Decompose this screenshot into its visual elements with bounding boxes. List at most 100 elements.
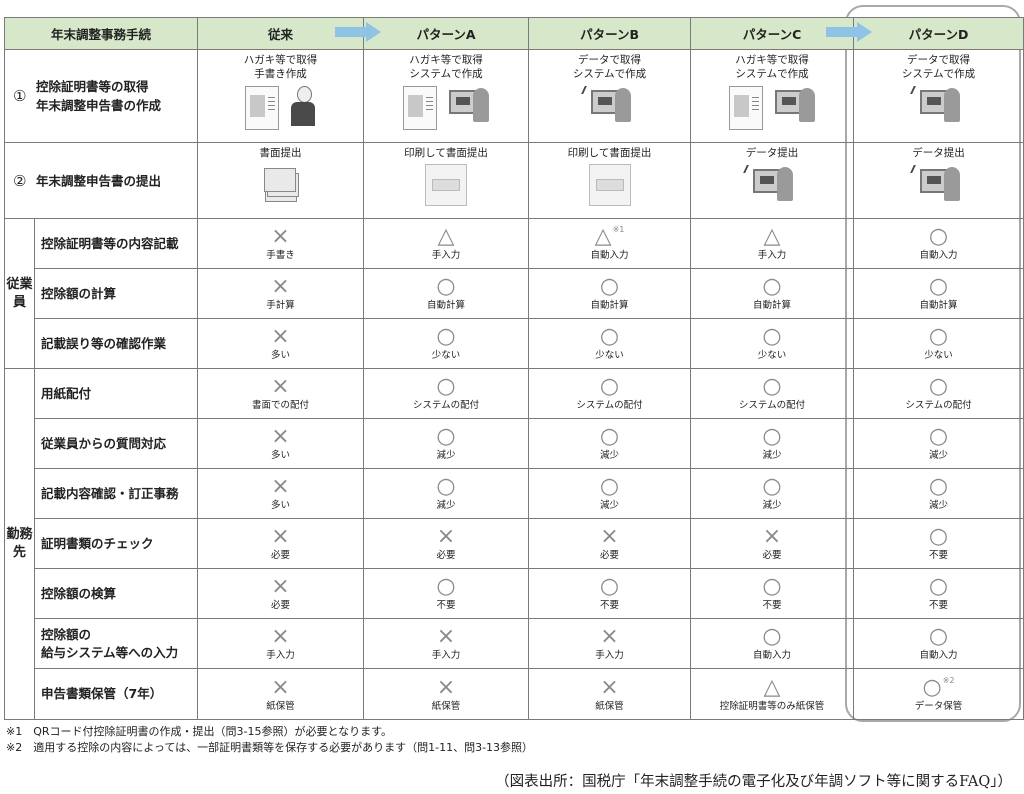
circle-mark-icon: ○ [762,324,782,349]
computer-user-icon [909,86,960,124]
cell-text: 減少 [436,450,456,461]
circle-mark-icon: ○ [436,374,456,399]
cell-pattern-c: △ 手入力 [690,218,855,269]
cell-pattern-c: ○ 不要 [690,568,855,619]
circle-mark-icon: ○ [928,424,949,449]
cell-pattern-b: × 手入力 [528,618,692,669]
circle-mark-icon: ○ [928,574,949,599]
cell-pattern-c: ○ システムの配付 [690,368,855,419]
cross-mark-icon: × [271,374,290,399]
cross-mark-icon: × [271,274,290,299]
triangle-mark-icon: △ [763,224,781,249]
cell-text: 手書き [266,250,295,261]
circle-mark-icon: ○ [762,274,782,299]
cell-text: システムの配付 [738,400,806,411]
cell-text: 手入力 [595,650,624,661]
group-label-employer: 勤務先 [4,368,35,720]
cell-pattern-a: × 必要 [363,518,530,569]
certificate-document-icon [403,86,438,130]
row1-cell-pattern-b: データで取得 システムで作成 [528,49,692,143]
person-writing-icon [289,86,317,128]
cell-text: システムの配付 [905,400,972,411]
circle-mark-icon: ○ [599,424,620,449]
table-row: 証明書類のチェック × 必要 × 必要 × 必要 × 必要 ○ 不要 [5,518,1024,569]
cell-text: 減少 [600,450,620,461]
cell-text: 手入力 [431,650,461,661]
footnote-1: ※1 QRコード付控除証明書の作成・提出（問3-15参照）が必要となります。 [6,725,393,738]
cell-pattern-d: ○ 不要 [853,518,1024,569]
row2-cell-text: 印刷して書面提出 [567,147,652,159]
table-row: 記載誤り等の確認作業 × 多い ○ 少ない ○ 少ない ○ 少ない ○ 少ない [5,318,1024,369]
circle-mark-icon: ○ [436,424,456,449]
cell-text: 減少 [600,500,620,511]
circle-mark-icon: ○ [436,324,456,349]
cell-conventional: × 多い [197,418,365,469]
table-row: 申告書類保管（7年） × 紙保管 × 紙保管 × 紙保管 △ 控除証明書等のみ紙保管 ○※2 データ… [5,668,1024,720]
cell-text: 多い [271,500,291,511]
row-label-line: 証明書類のチェック [41,535,154,551]
cell-pattern-a: ○ 不要 [363,568,530,619]
row2-cell-pattern-a: 印刷して書面提出 [363,142,530,219]
table-row: 従業員からの質問対応 × 多い ○ 減少 ○ 減少 ○ 減少 ○ 減少 [5,418,1024,469]
group-label-employee: 従業員 [4,218,35,369]
circle-mark-icon: ○ [762,374,782,399]
cell-text: 自動入力 [919,250,958,261]
row2-cell-text: 書面提出 [259,147,302,159]
cell-pattern-a: × 手入力 [363,618,530,669]
row-label: 記載誤り等の確認作業 [33,318,199,369]
cross-mark-icon: × [271,674,290,700]
row1-cell-line: システムで作成 [901,68,976,80]
table-row: 控除額の検算 × 必要 ○ 不要 ○ 不要 ○ 不要 ○ 不要 [5,568,1024,619]
circle-mark-icon: ○ [928,324,949,349]
cell-text: 減少 [762,500,782,511]
circle-mark-icon: ○ [922,674,942,700]
cell-pattern-c: ○ 自動入力 [690,618,855,669]
cell-pattern-b: ○ 自動計算 [528,268,692,319]
certificate-document-icon [729,86,764,130]
cell-text: 自動計算 [427,300,466,311]
cross-mark-icon: × [600,624,619,649]
table-row: 従業員 控除証明書等の内容記載 × 手書き △ 手入力 △※1 自動入力 △ 手入力 ○ 自動入力 [4,218,1024,369]
cross-mark-icon: × [436,524,456,549]
circle-mark-icon: ○ [436,274,456,299]
cell-pattern-a: × 紙保管 [363,668,530,720]
cell-text: 手入力 [431,250,461,261]
computer-user-icon [580,86,631,124]
cell-pattern-b: △※1 自動入力 [528,218,692,269]
computer-user-icon [743,165,794,203]
row1-cell-line: システムで作成 [572,68,647,80]
row-label-line: 控除証明書等の内容記載 [41,235,179,251]
cell-pattern-d: ○ 不要 [853,568,1024,619]
circle-mark-icon: ○ [762,474,782,499]
computer-user-icon [447,86,490,124]
cell-pattern-b: × 必要 [528,518,692,569]
cell-text: 減少 [762,450,782,461]
cell-text: 控除証明書等のみ紙保管 [719,700,825,712]
triangle-mark-icon: △ [594,224,612,249]
cell-pattern-b: × 紙保管 [528,668,692,720]
cell-text: 必要 [271,550,291,561]
circle-mark-icon: ○ [599,274,620,299]
row2-label: ② 年末調整申告書の提出 [3,142,199,219]
row2-cell-text: 印刷して書面提出 [404,147,488,159]
table-row: 控除額の 給与システム等への入力 × 手入力 × 手入力 × 手入力 ○ 自動入力 ○ 自動入力 [5,618,1024,669]
cell-pattern-a: ○ 減少 [363,468,530,519]
row-label-line: 控除額の検算 [41,585,117,601]
cell-pattern-c: ○ 自動計算 [690,268,855,319]
cell-pattern-c: ○ 減少 [690,468,855,519]
circle-mark-icon: ○ [599,324,620,349]
row1-cell-line: ハガキ等で取得 [243,54,318,66]
cell-pattern-b: ○ 少ない [528,318,692,369]
row1-cell-line: データで取得 [907,54,971,66]
cell-pattern-d: ○ 自動入力 [853,218,1024,269]
row-label: 控除額の 給与システム等への入力 [33,618,199,669]
row-submit: ② 年末調整申告書の提出 書面提出 印刷して書面提出 印刷して書面提出 データ提… [3,142,1024,219]
row-label: 控除証明書等の内容記載 [33,218,199,269]
cell-text: システムの配付 [576,400,643,411]
row1-cell-line: 手書き作成 [254,68,307,80]
computer-user-icon [909,165,960,203]
cell-pattern-c: × 必要 [690,518,855,569]
row1-cell-line: ハガキ等で取得 [409,54,483,66]
cell-conventional: × 多い [197,318,365,369]
cell-text: 不要 [600,600,620,611]
